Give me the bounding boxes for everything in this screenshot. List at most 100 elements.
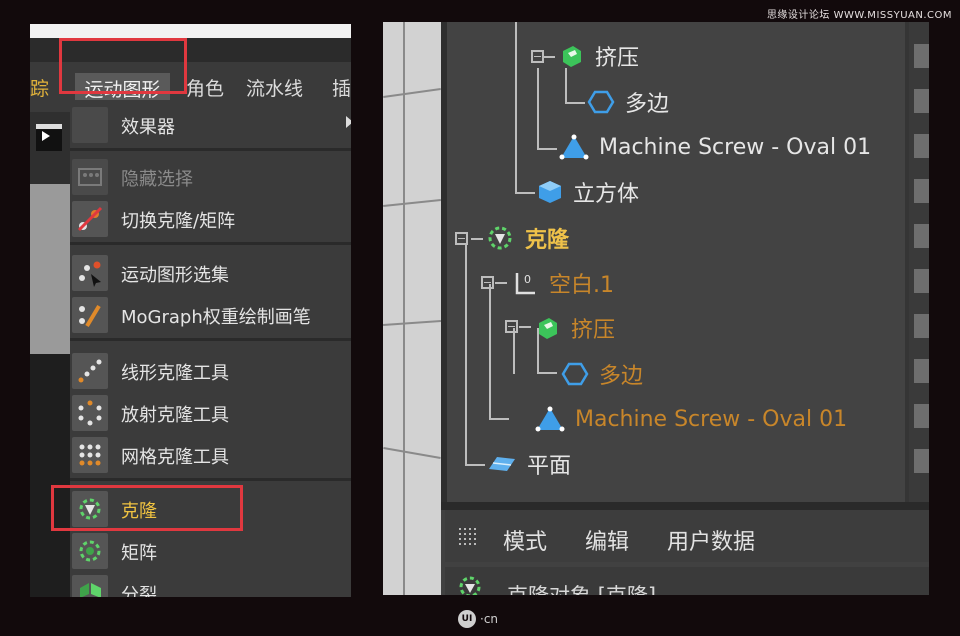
menu-track[interactable]: 踪 (30, 74, 49, 101)
tree-item-label: 挤压 (595, 46, 640, 71)
tree-line (489, 418, 509, 420)
tree-line (565, 102, 585, 104)
menu-item-matrix[interactable]: 矩阵 (72, 532, 351, 570)
menu-item-mograph-weight-brush[interactable]: MoGraph权重绘制画笔 (72, 296, 351, 334)
tree-item-label: 克隆 (525, 228, 570, 253)
tree-line (537, 372, 557, 374)
tree-line (465, 464, 485, 466)
menu-item-effector[interactable]: 效果器 (72, 106, 351, 144)
svg-text:0: 0 (524, 273, 531, 286)
tree-item-extrude[interactable]: 挤压 (559, 38, 639, 74)
tag-slot[interactable] (914, 269, 929, 293)
title-strip (30, 24, 351, 38)
tree-item-polygon-child[interactable]: 多边 (561, 356, 643, 392)
menu-separator (70, 478, 351, 481)
tree-line (465, 244, 467, 466)
menu-character[interactable]: 角色 (186, 74, 224, 101)
tag-slot[interactable] (914, 44, 929, 68)
cloner-icon (459, 576, 481, 595)
grid-clone-icon (72, 437, 108, 473)
tree-item-cloner[interactable]: 克隆 (485, 220, 569, 256)
fracture-icon (72, 575, 108, 597)
menu-item-hide-selection[interactable]: 隐藏选择 (72, 158, 351, 196)
menu-item-label: 分裂 (121, 585, 157, 597)
tree-border (441, 22, 447, 502)
tree-item-label: 立方体 (573, 182, 640, 207)
menu-item-mograph-selection[interactable]: 运动图形选集 (72, 254, 351, 292)
menu-separator (70, 148, 351, 151)
tree-line (513, 328, 515, 374)
tree-item-label: 多边 (625, 92, 670, 117)
menu-plugins[interactable]: 插 (332, 74, 351, 101)
tree-line (489, 284, 491, 420)
menu-item-label: MoGraph权重绘制画笔 (121, 307, 311, 328)
menu-pipeline[interactable]: 流水线 (246, 74, 303, 101)
tag-slot[interactable] (914, 359, 929, 383)
tree-line (537, 148, 557, 150)
collapse-toggle[interactable] (481, 276, 494, 289)
grip-icon[interactable] (458, 527, 482, 549)
menu-separator (70, 338, 351, 341)
tree-line (515, 22, 517, 194)
menu-item-linear-clone[interactable]: 线形克隆工具 (72, 352, 351, 390)
viewport-floor (30, 354, 72, 597)
tree-item-plane[interactable]: 平面 (487, 446, 571, 482)
menu-item-grid-clone[interactable]: 网格克隆工具 (72, 436, 351, 474)
machine-screw-icon (535, 406, 565, 432)
tree-line (495, 282, 507, 284)
tag-slot[interactable] (914, 134, 929, 158)
attribute-title: 克隆对象 [克隆] (507, 580, 656, 595)
site-logo: UI ·cn (458, 610, 498, 628)
tree-item-extrude-child[interactable]: 挤压 (535, 310, 615, 346)
tag-slot[interactable] (914, 404, 929, 428)
tree-line (537, 68, 539, 150)
menu-item-label: 线形克隆工具 (121, 363, 229, 384)
tree-item-machine-screw[interactable]: Machine Screw - Oval 01 (559, 129, 871, 165)
tree-item-label: 空白.1 (549, 273, 614, 298)
cloner-icon (488, 226, 512, 250)
menu-separator (70, 242, 351, 245)
tag-slot[interactable] (914, 314, 929, 338)
collapse-toggle[interactable] (505, 320, 518, 333)
menu-item-label: 矩阵 (121, 543, 157, 564)
menu-item-label: 切换克隆/矩阵 (121, 211, 236, 232)
hide-selection-icon (72, 159, 108, 195)
viewport-edge (383, 22, 441, 595)
tree-line (471, 238, 483, 240)
effector-icon (72, 107, 108, 143)
tree-item-label: 多边 (599, 364, 644, 389)
menu-item-label: 效果器 (121, 117, 175, 138)
tree-item-null[interactable]: 0 空白.1 (513, 265, 614, 301)
collapse-toggle[interactable] (531, 50, 544, 63)
menu-item-fracture[interactable]: 分裂 (72, 574, 351, 597)
plane-icon (489, 457, 515, 471)
tab-mode[interactable]: 模式 (503, 524, 547, 556)
tree-item-cube[interactable]: 立方体 (537, 174, 639, 210)
collapse-toggle[interactable] (455, 232, 468, 245)
toggle-clone-matrix-icon (72, 201, 108, 237)
menu-item-label: 放射克隆工具 (121, 405, 229, 426)
tab-edit[interactable]: 编辑 (585, 524, 629, 556)
mograph-menu-screenshot: 踪 运动图形 角色 流水线 插 效果器 隐藏选择 切换克隆/矩阵 运动图形选集 (30, 24, 351, 597)
tree-line (543, 56, 555, 58)
tree-item-label: Machine Screw - Oval 01 (599, 134, 872, 160)
tree-item-label: 挤压 (571, 318, 616, 343)
linear-clone-icon (72, 353, 108, 389)
menu-item-radial-clone[interactable]: 放射克隆工具 (72, 394, 351, 432)
watermark: 思缘设计论坛 WWW.MISSYUAN.COM (766, 10, 952, 21)
ui-logo-icon: UI (458, 610, 476, 628)
tab-user-data[interactable]: 用户数据 (667, 524, 755, 556)
matrix-icon (72, 533, 108, 569)
tag-slot[interactable] (914, 224, 929, 248)
menu-item-label: 隐藏选择 (121, 169, 193, 190)
menu-item-label: 网格克隆工具 (121, 447, 229, 468)
tag-slot[interactable] (914, 89, 929, 113)
tag-slot[interactable] (914, 179, 929, 203)
tag-slot[interactable] (914, 449, 929, 473)
mograph-selection-icon (72, 255, 108, 291)
tree-item-polygon[interactable]: 多边 (587, 84, 669, 120)
tree-item-machine-screw-child[interactable]: Machine Screw - Oval 01 (535, 401, 847, 437)
mograph-weight-brush-icon (72, 297, 108, 333)
menu-item-toggle-clone-matrix[interactable]: 切换克隆/矩阵 (72, 200, 351, 238)
null-object-icon: 0 (515, 273, 535, 295)
